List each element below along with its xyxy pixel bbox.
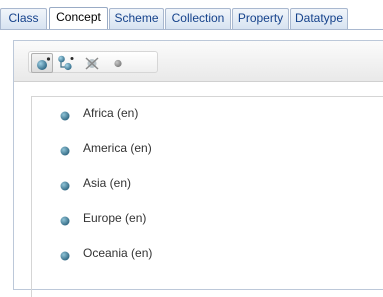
tab-concept[interactable]: Concept: [49, 7, 108, 30]
concept-toolbar: [14, 41, 383, 82]
concept-label: Europe (en): [83, 211, 147, 225]
concept-list-button[interactable]: [31, 53, 53, 73]
concept-label: Oceania (en): [83, 246, 153, 260]
concept-label: Africa (en): [83, 106, 139, 120]
concept-list: Africa (en) America (en) Asia (en) Europ…: [31, 96, 383, 297]
concept-panel: Africa (en) America (en) Asia (en) Europ…: [13, 40, 383, 297]
concept-instance-icon: [60, 108, 70, 121]
concept-instance-icon: [60, 143, 70, 156]
tab-scheme[interactable]: Scheme: [109, 8, 164, 29]
concept-label: America (en): [83, 141, 152, 155]
concept-instance-icon: [60, 178, 70, 191]
toolbar-button-group: [28, 51, 158, 73]
concept-instance-icon: [60, 248, 70, 261]
concept-disabled-button[interactable]: [107, 53, 129, 73]
concept-delete-button[interactable]: [81, 53, 103, 73]
concept-instance-icon: [60, 213, 70, 226]
tab-datatype[interactable]: Datatype: [290, 8, 348, 29]
concept-tree-button[interactable]: [55, 53, 77, 73]
tab-bar: Class Concept Scheme Collection Property…: [0, 0, 383, 30]
concept-label: Asia (en): [83, 176, 132, 190]
tab-class[interactable]: Class: [0, 8, 47, 29]
tab-bar-divider: [0, 29, 383, 30]
tab-property[interactable]: Property: [232, 8, 289, 29]
tab-collection[interactable]: Collection: [165, 8, 231, 29]
